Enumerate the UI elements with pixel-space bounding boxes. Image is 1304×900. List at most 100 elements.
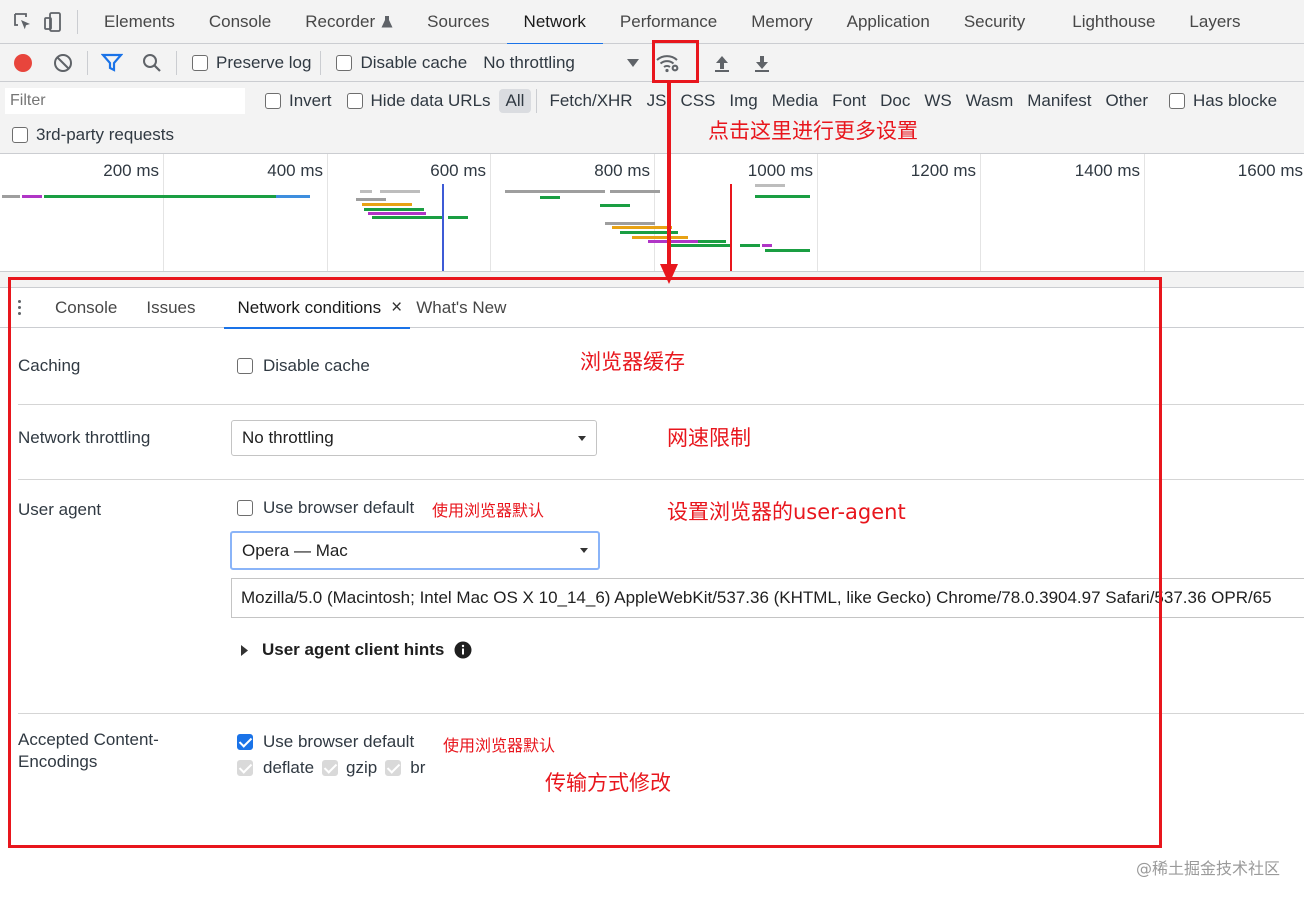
third-party-checkbox[interactable]: [12, 127, 28, 143]
tab-performance[interactable]: Performance: [603, 0, 734, 44]
filter-input[interactable]: [5, 88, 245, 114]
filter-bar: Invert Hide data URLs All Fetch/XHR JS C…: [0, 82, 1304, 154]
request-bar: [600, 204, 630, 207]
divider: [77, 9, 78, 34]
request-bar: [610, 190, 660, 193]
clear-icon[interactable]: [48, 48, 78, 78]
flask-icon: [381, 15, 393, 27]
tab-memory[interactable]: Memory: [734, 0, 829, 44]
tab-application[interactable]: Application: [830, 0, 947, 44]
divider: [320, 50, 322, 75]
hide-data-urls-label: Hide data URLs: [370, 91, 491, 110]
timeline-gridline: [1144, 154, 1145, 271]
filter-type-wasm[interactable]: Wasm: [959, 89, 1021, 113]
annotation-speed-limit: 网速限制: [667, 426, 751, 450]
timeline-tick-label: 1400 ms: [1074, 161, 1140, 180]
devtools-main-tabbar: Elements Console Recorder Sources Networ…: [0, 0, 1304, 45]
tab-layers[interactable]: Layers: [1172, 0, 1257, 44]
disable-cache-checkbox[interactable]: [336, 54, 353, 71]
throttling-value: No throttling: [483, 52, 575, 72]
request-bar: [368, 212, 426, 215]
request-bar: [648, 240, 698, 243]
filter-type-font[interactable]: Font: [825, 89, 873, 113]
annotation-use-default-ua: 使用浏览器默认: [432, 501, 545, 520]
timeline-gridline: [163, 154, 164, 271]
timeline-gridline: [654, 154, 655, 271]
tab-recorder-label: Recorder: [305, 11, 376, 31]
filter-type-media[interactable]: Media: [765, 89, 825, 113]
tab-lighthouse[interactable]: Lighthouse: [1042, 0, 1172, 44]
request-bar: [612, 226, 672, 229]
timeline-gridline: [327, 154, 328, 271]
tab-security[interactable]: Security: [947, 0, 1042, 44]
tab-recorder[interactable]: Recorder: [288, 0, 410, 44]
watermark: @稀土掘金技术社区: [1135, 859, 1280, 878]
timeline-tick-label: 1200 ms: [910, 161, 976, 180]
annotation-transfer-mode: 传输方式修改: [545, 771, 671, 795]
timeline-tick-label: 600 ms: [430, 161, 486, 180]
request-bar: [356, 198, 386, 201]
request-bar: [540, 196, 560, 199]
filter-type-img[interactable]: Img: [722, 89, 764, 113]
annotation-highlight-box: [652, 40, 699, 83]
timeline-gridline: [490, 154, 491, 271]
annotation-use-default-enc: 使用浏览器默认: [443, 736, 556, 755]
filter-type-other[interactable]: Other: [1099, 89, 1156, 113]
request-bar: [632, 236, 688, 239]
request-bar: [364, 208, 424, 211]
tab-console[interactable]: Console: [192, 0, 288, 44]
annotation-set-user-agent: 设置浏览器的user-agent: [667, 500, 906, 524]
filter-type-manifest[interactable]: Manifest: [1020, 89, 1098, 113]
search-icon[interactable]: [137, 48, 167, 78]
request-bar: [605, 222, 655, 225]
network-overview-timeline[interactable]: 200 ms 400 ms 600 ms 800 ms 1000 ms 1200…: [0, 154, 1304, 272]
preserve-log-label: Preserve log: [216, 52, 312, 72]
throttling-dropdown[interactable]: No throttling: [483, 53, 639, 73]
has-blocked-cookies-label: Has blocke: [1193, 91, 1278, 110]
has-blocked-cookies-checkbox[interactable]: [1169, 93, 1186, 109]
request-bar: [44, 195, 276, 198]
export-har-icon[interactable]: [747, 48, 777, 78]
divider: [536, 89, 538, 113]
request-bar: [765, 249, 810, 252]
request-bar: [380, 190, 420, 193]
request-bar: [740, 244, 760, 247]
filter-type-css[interactable]: CSS: [673, 89, 722, 113]
annotation-more-settings: 点击这里进行更多设置: [708, 119, 918, 143]
third-party-label: 3rd-party requests: [36, 125, 174, 144]
device-toolbar-icon[interactable]: [38, 7, 68, 37]
request-bar: [762, 244, 772, 247]
record-icon[interactable]: [8, 48, 38, 78]
request-bar: [362, 203, 412, 206]
timeline-gridline: [980, 154, 981, 271]
filter-type-fetch-xhr[interactable]: Fetch/XHR: [542, 89, 639, 113]
request-bar: [755, 195, 810, 198]
preserve-log-checkbox[interactable]: [192, 54, 208, 71]
timeline-tick-label: 1000 ms: [747, 161, 813, 180]
divider: [87, 50, 88, 75]
annotation-arrow-line: [667, 83, 671, 271]
filter-type-all[interactable]: All: [498, 89, 532, 113]
timeline-tick-label: 1600 ms: [1237, 161, 1303, 180]
timeline-tick-label: 800 ms: [594, 161, 650, 180]
request-bar: [698, 240, 726, 243]
tab-elements[interactable]: Elements: [87, 0, 192, 44]
divider: [176, 50, 177, 75]
tab-sources[interactable]: Sources: [410, 0, 506, 44]
filter-type-doc[interactable]: Doc: [873, 89, 917, 113]
annotation-browser-cache: 浏览器缓存: [580, 350, 685, 374]
filter-type-ws[interactable]: WS: [917, 89, 958, 113]
timeline-tick-label: 200 ms: [103, 161, 159, 180]
request-bar: [505, 190, 605, 193]
request-bar: [276, 195, 310, 198]
tab-network[interactable]: Network: [506, 0, 604, 45]
request-bar: [372, 216, 442, 219]
invert-checkbox[interactable]: [265, 93, 281, 109]
request-bar: [448, 216, 468, 219]
request-bar: [755, 184, 785, 187]
request-bar: [2, 195, 20, 198]
filter-icon[interactable]: [97, 48, 127, 78]
import-har-icon[interactable]: [707, 48, 737, 78]
inspect-element-icon[interactable]: [8, 7, 38, 37]
hide-data-urls-checkbox[interactable]: [346, 93, 363, 109]
